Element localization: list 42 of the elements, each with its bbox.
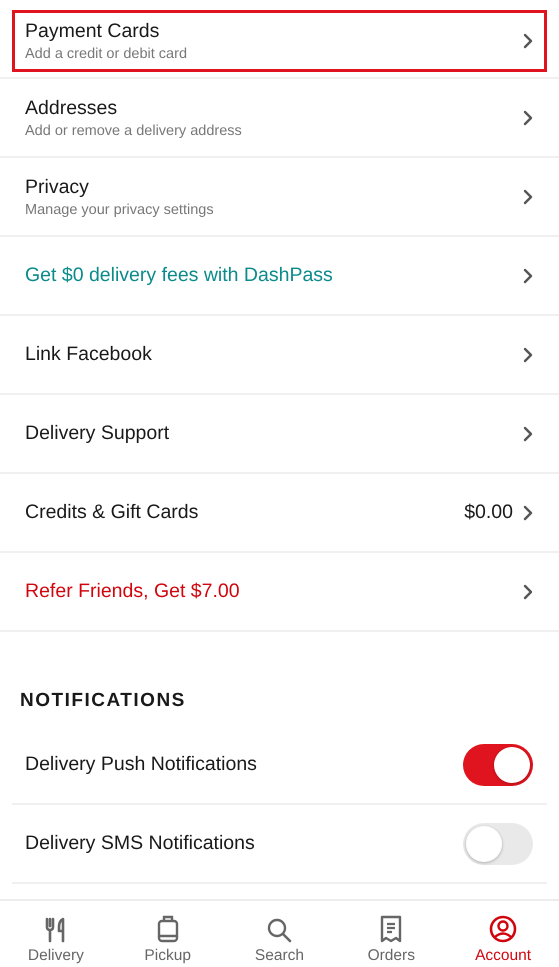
chevron-right-icon	[523, 346, 533, 362]
menu-item-title: Delivery Support	[25, 422, 170, 445]
menu-item-title: Get $0 delivery fees with DashPass	[25, 264, 334, 287]
tab[interactable]: Pickup	[112, 901, 224, 967]
menu-item-title: Payment Cards	[25, 20, 160, 43]
chevron-right-icon	[523, 188, 533, 204]
chevron-right-icon	[523, 584, 533, 600]
menu-item[interactable]: Credits & Gift Cards $0.00	[12, 474, 547, 551]
section-heading: NOTIFICATIONS	[20, 690, 187, 712]
menu-item[interactable]: Get $0 delivery fees with DashPass	[12, 237, 547, 314]
menu-item[interactable]: Refer Friends, Get $7.00	[12, 553, 547, 630]
chevron-right-icon	[523, 33, 533, 49]
menu-item-subtitle: Manage your privacy settings	[25, 202, 215, 218]
menu-item[interactable]: Link Facebook	[12, 316, 547, 393]
chevron-right-icon	[523, 426, 533, 442]
menu-item[interactable]: Payment Cards Add a credit or debit card	[12, 10, 547, 72]
tab[interactable]: Search	[224, 901, 336, 967]
menu-item-subtitle: Add a credit or debit card	[25, 46, 188, 62]
account-icon	[489, 915, 518, 943]
toggle-switch[interactable]	[463, 822, 533, 864]
setting-label: Delivery SMS Notifications	[25, 832, 256, 855]
balance-amount: $0.00	[464, 501, 513, 524]
chevron-right-icon	[523, 268, 533, 284]
toggle-switch[interactable]	[463, 744, 533, 786]
menu-item-title: Privacy	[25, 176, 90, 198]
menu-item-title: Refer Friends, Get $7.00	[25, 580, 241, 603]
setting-label: Delivery Push Notifications	[25, 753, 258, 776]
chevron-right-icon	[523, 504, 533, 520]
tab[interactable]: Orders	[335, 901, 448, 967]
tab[interactable]: Account	[447, 901, 559, 967]
chevron-right-icon	[523, 110, 533, 126]
bag-icon	[156, 915, 180, 943]
menu-item[interactable]: Delivery Support	[12, 395, 547, 472]
tab[interactable]: Delivery	[0, 901, 112, 967]
menu-item-title: Link Facebook	[25, 343, 153, 366]
receipt-icon	[380, 915, 402, 943]
menu-item-title: Addresses	[25, 96, 118, 120]
menu-item[interactable]: Privacy Manage your privacy settings	[12, 158, 547, 235]
menu-item-subtitle: Add or remove a delivery address	[25, 122, 243, 138]
menu-item-title: Credits & Gift Cards	[25, 501, 200, 524]
search-icon	[266, 917, 292, 943]
menu-item[interactable]: Addresses Add or remove a delivery address	[12, 79, 547, 156]
